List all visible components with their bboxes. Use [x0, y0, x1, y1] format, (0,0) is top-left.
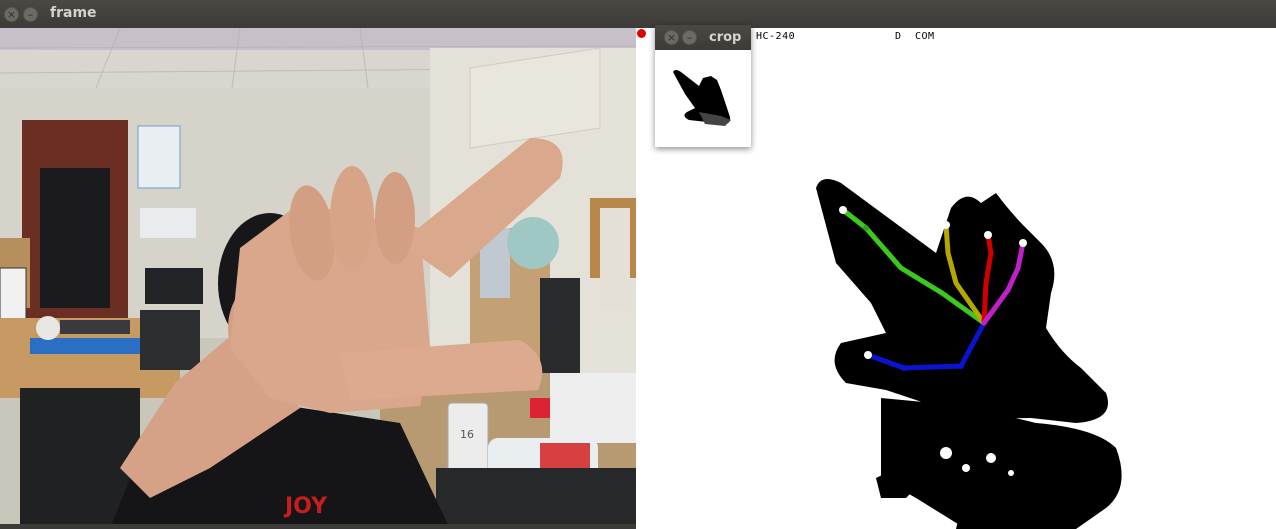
crop-preview: [655, 50, 751, 147]
red-dot-marker: [637, 29, 646, 38]
crop-window-title: crop: [709, 30, 742, 45]
minimize-icon[interactable]: –: [23, 7, 38, 22]
close-icon[interactable]: ×: [4, 7, 19, 22]
crop-window[interactable]: × – crop: [655, 25, 751, 147]
mug-label: 16: [460, 428, 474, 441]
camera-image: 16 JOY: [0, 28, 636, 529]
camera-frame: 16 JOY: [0, 28, 636, 529]
window-title: frame: [50, 5, 97, 21]
shirt-print: JOY: [283, 494, 328, 519]
crop-window-titlebar[interactable]: × – crop: [655, 25, 751, 50]
main-window-titlebar[interactable]: × – frame: [0, 0, 1276, 28]
minimize-icon[interactable]: –: [682, 30, 697, 45]
crop-hand-thumbnail: [673, 70, 731, 126]
close-icon[interactable]: ×: [664, 30, 679, 45]
